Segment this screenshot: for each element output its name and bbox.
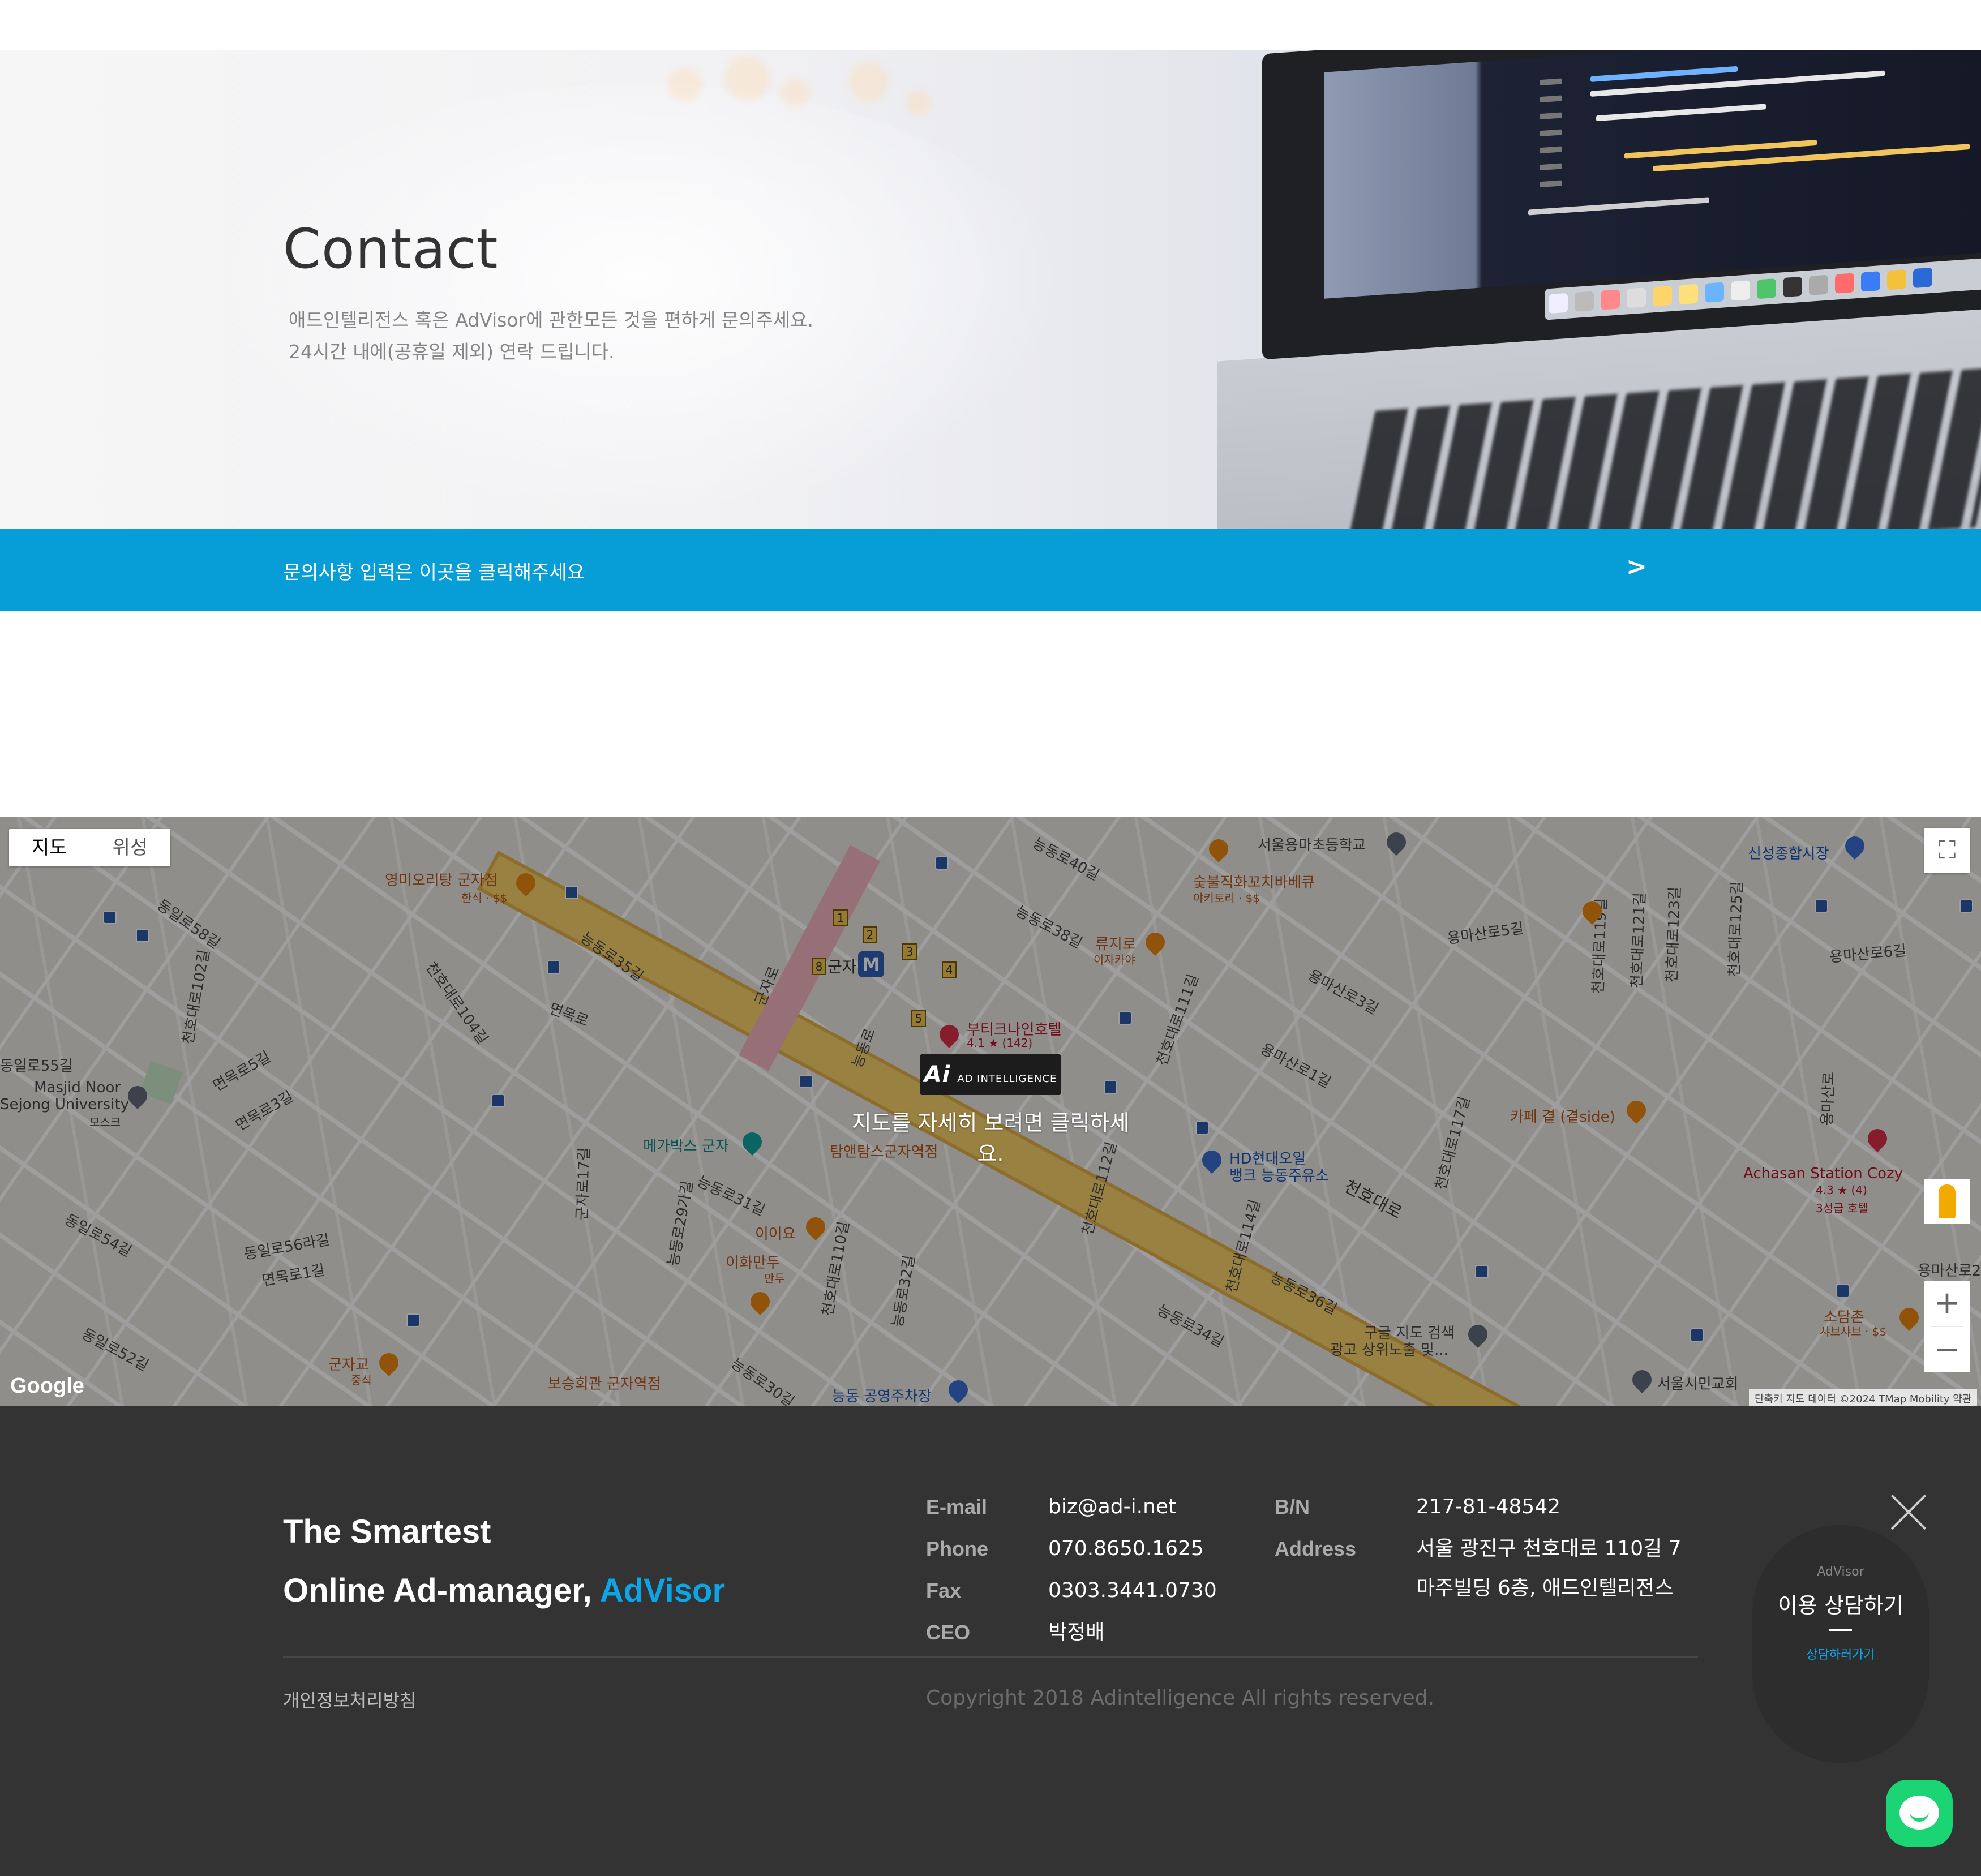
hero-desc-line2: 24시간 내에(공휴일 제외) 연락 드립니다.	[289, 341, 615, 363]
slogan-brand: AdVisor	[599, 1572, 726, 1609]
map-zoom-control: + −	[1924, 1281, 1970, 1372]
company-logo-text: AD INTELLIGENCE	[957, 1073, 1057, 1085]
consult-divider	[1829, 1629, 1852, 1631]
pegman-icon[interactable]	[1924, 1179, 1970, 1224]
laptop-display	[1324, 50, 1981, 299]
email-value[interactable]: biz@ad-i.net	[1048, 1497, 1176, 1517]
close-icon[interactable]	[1889, 1493, 1928, 1531]
consult-title: 이용 상담하기	[1778, 1593, 1903, 1618]
slogan-line1: The Smartest	[283, 1513, 491, 1550]
zoom-in-button[interactable]: +	[1924, 1281, 1970, 1326]
consult-widget[interactable]: AdVisor 이용 상담하기 상담하러가기	[1752, 1525, 1929, 1763]
map-hint-text: 지도를 자세히 보려면 클릭하세요.	[851, 1110, 1130, 1166]
site-footer: The Smartest Online Ad-manager, AdVisor …	[0, 1406, 1981, 1876]
company-logo: Ai AD INTELLIGENCE	[920, 1054, 1061, 1095]
bokeh-light	[849, 62, 889, 101]
chevron-right-icon: >	[1626, 552, 1647, 581]
bokeh-light	[781, 79, 809, 107]
bokeh-light	[906, 90, 931, 115]
address-label: Address	[1275, 1537, 1357, 1560]
privacy-policy-link[interactable]: 개인정보처리방침	[283, 1686, 417, 1712]
fullscreen-icon[interactable]: ⛶	[1924, 828, 1970, 873]
inquiry-cta-label: 문의사항 입력은 이곳을 클릭해주세요	[283, 561, 585, 584]
bn-label: B/N	[1275, 1495, 1310, 1518]
phone-label: Phone	[926, 1537, 989, 1560]
address-line1: 서울 광진구 천호대로 110길 7	[1416, 1537, 1682, 1560]
bokeh-light	[668, 67, 702, 101]
bn-value: 217-81-48542	[1416, 1495, 1561, 1518]
google-logo: Google	[10, 1374, 84, 1398]
bokeh-light	[724, 56, 770, 101]
hero-description: 애드인텔리전스 혹은 AdVisor에 관한모든 것을 편하게 문의주세요. 2…	[289, 304, 813, 368]
fax-value: 0303.3441.0730	[1048, 1579, 1217, 1602]
chat-icon[interactable]	[1886, 1780, 1953, 1847]
ceo-value: 박정배	[1048, 1621, 1105, 1644]
laptop-screen	[1262, 50, 1981, 360]
hero-desc-line1: 애드인텔리전스 혹은 AdVisor에 관한모든 것을 편하게 문의주세요.	[289, 309, 813, 331]
footer-divider	[283, 1656, 1698, 1658]
map-attribution[interactable]: 단축키 지도 데이터 ©2024 TMap Mobility 약관	[1749, 1389, 1978, 1406]
email-label: E-mail	[926, 1495, 988, 1518]
inquiry-cta-bar[interactable]: 문의사항 입력은 이곳을 클릭해주세요 >	[0, 529, 1981, 611]
map-type-map-button[interactable]: 지도	[9, 829, 90, 866]
hero-text: Contact 애드인텔리전스 혹은 AdVisor에 관한모든 것을 편하게 …	[283, 217, 813, 368]
ceo-label: CEO	[926, 1621, 971, 1644]
address-line2: 마주빌딩 6층, 애드인텔리전스	[1416, 1577, 1674, 1600]
phone-value: 070.8650.1625	[1048, 1537, 1204, 1560]
page-title: Contact	[283, 217, 499, 281]
copyright-text: Copyright 2018 Adintelligence All rights…	[926, 1686, 1435, 1710]
zoom-out-button[interactable]: −	[1924, 1327, 1970, 1372]
map-type-satellite-button[interactable]: 위성	[90, 829, 171, 866]
company-logo-mark: Ai	[924, 1062, 951, 1088]
hero-banner: Contact 애드인텔리전스 혹은 AdVisor에 관한모든 것을 편하게 …	[0, 50, 1981, 529]
google-map[interactable]: 영미오리탕 군자점 한식 · $$ 서울용마초등학교 숯불직화꼬치바베큐 야키토…	[0, 817, 1981, 1406]
map-click-hint[interactable]: Ai AD INTELLIGENCE 지도를 자세히 보려면 클릭하세요.	[843, 1054, 1138, 1167]
slogan-line2: Online Ad-manager, AdVisor	[283, 1561, 725, 1620]
map-type-control: 지도 위성	[9, 829, 171, 866]
consult-link[interactable]: 상담하러가기	[1752, 1645, 1929, 1663]
fax-label: Fax	[926, 1579, 962, 1602]
footer-slogan: The Smartest Online Ad-manager, AdVisor	[283, 1502, 725, 1620]
consult-brand: AdVisor	[1817, 1565, 1864, 1579]
slogan-text: Online Ad-manager,	[283, 1572, 600, 1609]
